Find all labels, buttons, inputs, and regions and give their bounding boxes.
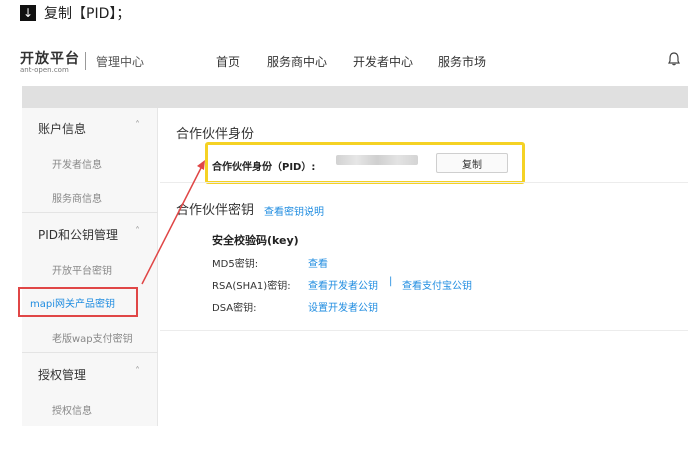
step-text: 复制【PID】； bbox=[44, 6, 131, 22]
sidebar-group-auth[interactable]: 授权管理 ˄ bbox=[22, 366, 158, 383]
section-divider bbox=[160, 330, 688, 331]
download-arrow-icon: ↓ bbox=[20, 5, 36, 21]
sidebar-group-label: 账户信息 bbox=[38, 122, 87, 136]
partner-key-title: 合作伙伴密钥 bbox=[176, 203, 255, 218]
section-divider bbox=[160, 182, 688, 183]
logo[interactable]: 开放平台 ant-open.com bbox=[20, 48, 80, 74]
chevron-up-icon: ˄ bbox=[135, 226, 140, 237]
sidebar-divider bbox=[22, 352, 158, 353]
view-developer-public-key-link[interactable]: 查看开发者公钥 bbox=[308, 277, 378, 292]
md5-label: MD5密钥: bbox=[212, 259, 259, 270]
dsa-label: DSA密钥: bbox=[212, 303, 257, 314]
sidebar-item-mapi-gateway-key[interactable]: mapi网关产品密钥 bbox=[30, 295, 115, 310]
rsa-label: RSA(SHA1)密钥: bbox=[212, 281, 291, 292]
sidebar-item-legacy-wap-key[interactable]: 老版wap支付密钥 bbox=[22, 330, 158, 345]
bell-icon[interactable] bbox=[668, 52, 680, 70]
pid-label: 合作伙伴身份（PID）: bbox=[212, 162, 316, 173]
copy-button[interactable]: 复制 bbox=[436, 153, 508, 173]
chevron-up-icon: ˄ bbox=[135, 120, 140, 131]
view-key-help-link[interactable]: 查看密钥说明 bbox=[264, 203, 324, 218]
sidebar-group-account[interactable]: 账户信息 ˄ bbox=[22, 120, 158, 137]
link-separator: | bbox=[389, 276, 393, 287]
header-band bbox=[22, 86, 688, 108]
nav-service-market[interactable]: 服务市场 bbox=[438, 53, 486, 70]
sidebar-group-label: PID和公钥管理 bbox=[38, 228, 119, 242]
top-navigation: 开放平台 ant-open.com 管理中心 首页 服务商中心 开发者中心 服务… bbox=[20, 40, 688, 80]
step-instruction: ↓ 复制【PID】； bbox=[20, 2, 130, 24]
nav-developer-center[interactable]: 开发者中心 bbox=[353, 53, 413, 70]
sidebar: 账户信息 ˄ 开发者信息 服务商信息 PID和公钥管理 ˄ 开放平台密钥 老版w… bbox=[22, 108, 158, 426]
sidebar-item-auth-info[interactable]: 授权信息 bbox=[22, 402, 158, 417]
set-developer-public-key-link[interactable]: 设置开发者公钥 bbox=[308, 299, 378, 314]
nav-provider-center[interactable]: 服务商中心 bbox=[267, 53, 327, 70]
security-key-title: 安全校验码(key) bbox=[212, 234, 299, 247]
sidebar-group-pid-keys[interactable]: PID和公钥管理 ˄ bbox=[22, 226, 158, 243]
pid-value-redacted bbox=[336, 155, 418, 165]
sidebar-divider bbox=[22, 212, 158, 213]
sidebar-group-label: 授权管理 bbox=[38, 368, 87, 382]
sidebar-item-developer-info[interactable]: 开发者信息 bbox=[22, 156, 158, 171]
nav-home[interactable]: 首页 bbox=[216, 53, 240, 70]
sidebar-item-open-platform-key[interactable]: 开放平台密钥 bbox=[22, 262, 158, 277]
sidebar-item-provider-info[interactable]: 服务商信息 bbox=[22, 190, 158, 205]
nav-divider bbox=[85, 52, 86, 70]
admin-center-label: 管理中心 bbox=[96, 55, 145, 69]
logo-name: 开放平台 bbox=[20, 51, 80, 67]
chevron-up-icon: ˄ bbox=[135, 366, 140, 377]
md5-view-link[interactable]: 查看 bbox=[308, 255, 328, 270]
view-alipay-public-key-link[interactable]: 查看支付宝公钥 bbox=[402, 277, 472, 292]
partner-identity-title: 合作伙伴身份 bbox=[176, 127, 255, 142]
